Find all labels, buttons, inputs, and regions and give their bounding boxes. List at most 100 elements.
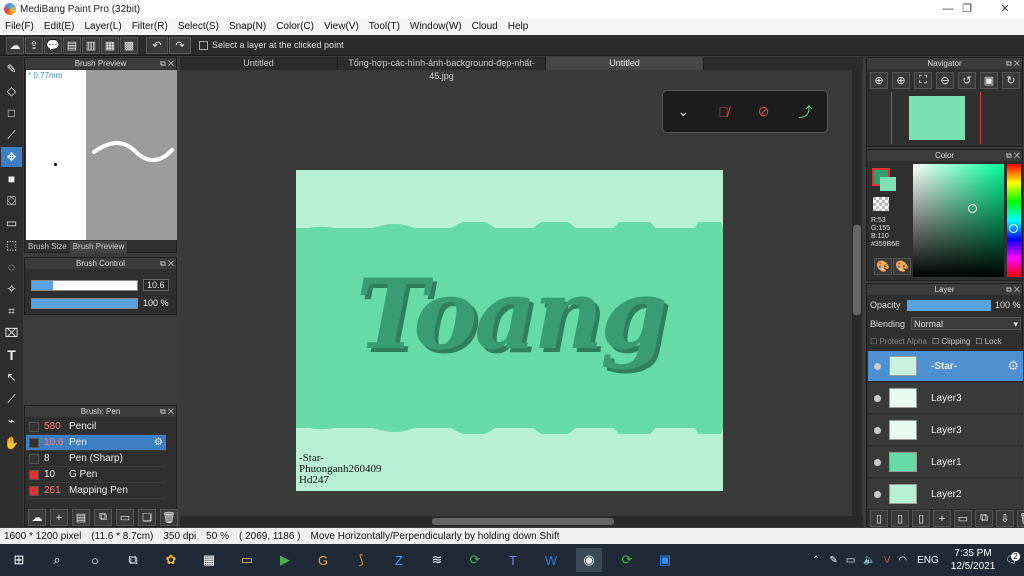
tab-brush-size[interactable]: Brush Size bbox=[25, 241, 70, 253]
tab-brush-preview[interactable]: Brush Preview bbox=[69, 241, 128, 253]
restore-button[interactable]: ❐ bbox=[948, 0, 986, 18]
gear-icon[interactable]: ⚙ bbox=[154, 437, 163, 448]
folder-icon[interactable]: ▭ bbox=[116, 509, 134, 526]
menu-layer[interactable]: Layer(L) bbox=[79, 21, 126, 32]
visibility-icon[interactable] bbox=[874, 394, 881, 402]
app-icon-2[interactable]: ⟳ bbox=[614, 548, 640, 572]
zalo-icon[interactable]: Z bbox=[386, 548, 412, 572]
menu-view[interactable]: View(V) bbox=[319, 21, 364, 32]
brush-item-active[interactable]: 10.6 Pen ⚙ bbox=[26, 435, 166, 451]
menu-select[interactable]: Select(S) bbox=[173, 21, 224, 32]
eyedropper-icon[interactable]: ⌁ bbox=[1, 411, 22, 431]
folder-icon[interactable]: ▭ bbox=[954, 510, 972, 527]
task-view-icon[interactable]: ⧉ bbox=[120, 548, 146, 572]
network-icon[interactable]: ▭ bbox=[846, 555, 855, 566]
refresh-app-icon[interactable]: ⟳ bbox=[462, 548, 488, 572]
delete-layer-icon[interactable]: 🗑 bbox=[1017, 510, 1024, 527]
comment-icon[interactable]: 💬 bbox=[44, 36, 62, 54]
redo-icon[interactable]: ↷ bbox=[169, 36, 191, 54]
panel-close-icon[interactable]: ⧉ ✕ bbox=[1006, 58, 1020, 69]
menu-file[interactable]: File(F) bbox=[0, 21, 39, 32]
vertical-scrollbar[interactable] bbox=[852, 70, 862, 518]
medibang-taskbar-icon[interactable]: ◉ bbox=[576, 548, 602, 572]
mic-off-icon[interactable]: 🎙̸ bbox=[718, 104, 729, 120]
menu-edit[interactable]: Edit(E) bbox=[39, 21, 80, 32]
clipping-checkbox[interactable]: ☐ Clipping bbox=[932, 337, 970, 346]
palette-edit-icon[interactable]: 🎨 bbox=[893, 258, 911, 275]
clock[interactable]: 7:35 PM 12/5/2021 bbox=[951, 547, 996, 573]
select-rect-icon[interactable]: ⬚ bbox=[1, 235, 22, 255]
select-layer-checkbox[interactable] bbox=[199, 40, 208, 50]
brush-settings-icon[interactable]: ▤ bbox=[72, 509, 90, 526]
app-g-icon[interactable]: G bbox=[310, 548, 336, 572]
panel-close-icon[interactable]: ⧉ ✕ bbox=[1006, 284, 1020, 295]
add-layer-menu-icon[interactable]: + bbox=[933, 510, 951, 527]
stack-icon[interactable]: ≋ bbox=[424, 548, 450, 572]
add-brush-icon[interactable]: + bbox=[50, 509, 68, 526]
layout-icon[interactable]: ▩ bbox=[120, 36, 138, 54]
menu-cloud[interactable]: Cloud bbox=[467, 21, 503, 32]
layer-row[interactable]: Layer3 bbox=[868, 383, 1023, 414]
hue-slider-handle[interactable] bbox=[1009, 224, 1018, 233]
antivirus-icon[interactable]: V bbox=[884, 555, 891, 566]
move-tool-icon[interactable]: ✥ bbox=[1, 147, 22, 167]
panel-close-icon[interactable]: ⧉ ✕ bbox=[1006, 150, 1020, 161]
store-icon[interactable]: ▦ bbox=[196, 548, 222, 572]
zoom-out-icon[interactable]: ⊖ bbox=[936, 72, 954, 89]
rotate-right-icon[interactable]: ↻ bbox=[1002, 72, 1020, 89]
delete-icon[interactable]: 🗑 bbox=[160, 509, 178, 526]
brush-opacity-slider[interactable] bbox=[31, 298, 138, 309]
visibility-icon[interactable] bbox=[874, 426, 881, 434]
close-button[interactable]: ✕ bbox=[986, 0, 1024, 18]
app-s-icon[interactable]: ⟆ bbox=[348, 548, 374, 572]
background-color-swatch[interactable] bbox=[880, 177, 896, 191]
brush-item[interactable]: 580 Pencil bbox=[26, 419, 166, 435]
chevron-up-icon[interactable]: ⌃ bbox=[812, 555, 820, 566]
fill-rect-tool-icon[interactable]: ■ bbox=[1, 169, 22, 189]
select-pen-icon[interactable]: ⌗ bbox=[1, 301, 22, 321]
layer-row-active[interactable]: -Star- ⚙ bbox=[868, 351, 1023, 382]
transparent-swatch[interactable] bbox=[873, 197, 889, 211]
wifi-icon[interactable]: ◠ bbox=[898, 555, 907, 566]
word-icon[interactable]: W bbox=[538, 548, 564, 572]
hue-slider[interactable] bbox=[1007, 164, 1021, 277]
menu-filter[interactable]: Filter(R) bbox=[127, 21, 173, 32]
tab-background-image[interactable]: Tổng-hợp-các-hình-ảnh-background-đẹp-nhấ… bbox=[338, 57, 546, 81]
brush-item[interactable]: 8 Pen (Sharp) bbox=[26, 451, 166, 467]
bucket-tool-icon[interactable]: ⛋ bbox=[1, 191, 22, 211]
visibility-icon[interactable] bbox=[874, 362, 881, 370]
chevron-down-icon[interactable]: ⌄ bbox=[678, 103, 690, 120]
merge-layer-icon[interactable]: ⇩ bbox=[996, 510, 1014, 527]
operation-tool-icon[interactable]: ↖ bbox=[1, 367, 22, 387]
visibility-icon[interactable] bbox=[874, 490, 881, 498]
zoom-in-icon[interactable]: ⊕ bbox=[870, 72, 888, 89]
brush-tool-icon[interactable]: ✎ bbox=[1, 59, 22, 79]
brush-item[interactable]: 261 Mapping Pen bbox=[26, 483, 166, 499]
menu-snap[interactable]: Snap(N) bbox=[224, 21, 271, 32]
colorful-app-icon[interactable]: ✿ bbox=[158, 548, 184, 572]
artwork-canvas[interactable]: Toang -Star- Phuonganh260409 Hd247 bbox=[296, 170, 723, 491]
hand-tool-icon[interactable]: ✋ bbox=[1, 433, 22, 453]
share-icon[interactable]: ⇪ bbox=[25, 36, 43, 54]
gear-icon[interactable]: ⚙ bbox=[1007, 358, 1019, 374]
grid-icon[interactable]: ▦ bbox=[101, 36, 119, 54]
tab-untitled-2[interactable]: Untitled bbox=[546, 57, 704, 70]
rotate-left-icon[interactable]: ↺ bbox=[958, 72, 976, 89]
layer-row[interactable]: Layer3 bbox=[868, 415, 1023, 446]
text-tool-icon[interactable]: T bbox=[1, 345, 22, 365]
language-indicator[interactable]: ENG bbox=[917, 555, 939, 566]
volume-icon[interactable]: 🔈 bbox=[863, 555, 875, 566]
horizontal-scrollbar[interactable] bbox=[180, 516, 863, 527]
lock-checkbox[interactable]: ☐ Lock bbox=[975, 337, 1001, 346]
cloud-brush-icon[interactable]: ☁ bbox=[28, 509, 46, 526]
select-eraser-icon[interactable]: ⌧ bbox=[1, 323, 22, 343]
layer-row[interactable]: Layer2 bbox=[868, 479, 1023, 510]
protect-alpha-checkbox[interactable]: ☐ Protect Alpha bbox=[870, 337, 927, 346]
color-picker-cursor[interactable] bbox=[968, 204, 977, 213]
group-icon[interactable]: ❏ bbox=[138, 509, 156, 526]
navigator-viewport[interactable] bbox=[891, 92, 981, 144]
brush-size-slider[interactable] bbox=[31, 280, 138, 291]
visibility-icon[interactable] bbox=[874, 458, 881, 466]
copy-brush-icon[interactable]: ⧉ bbox=[94, 509, 112, 526]
panel-close-icon[interactable]: ⧉ ✕ bbox=[160, 406, 174, 417]
